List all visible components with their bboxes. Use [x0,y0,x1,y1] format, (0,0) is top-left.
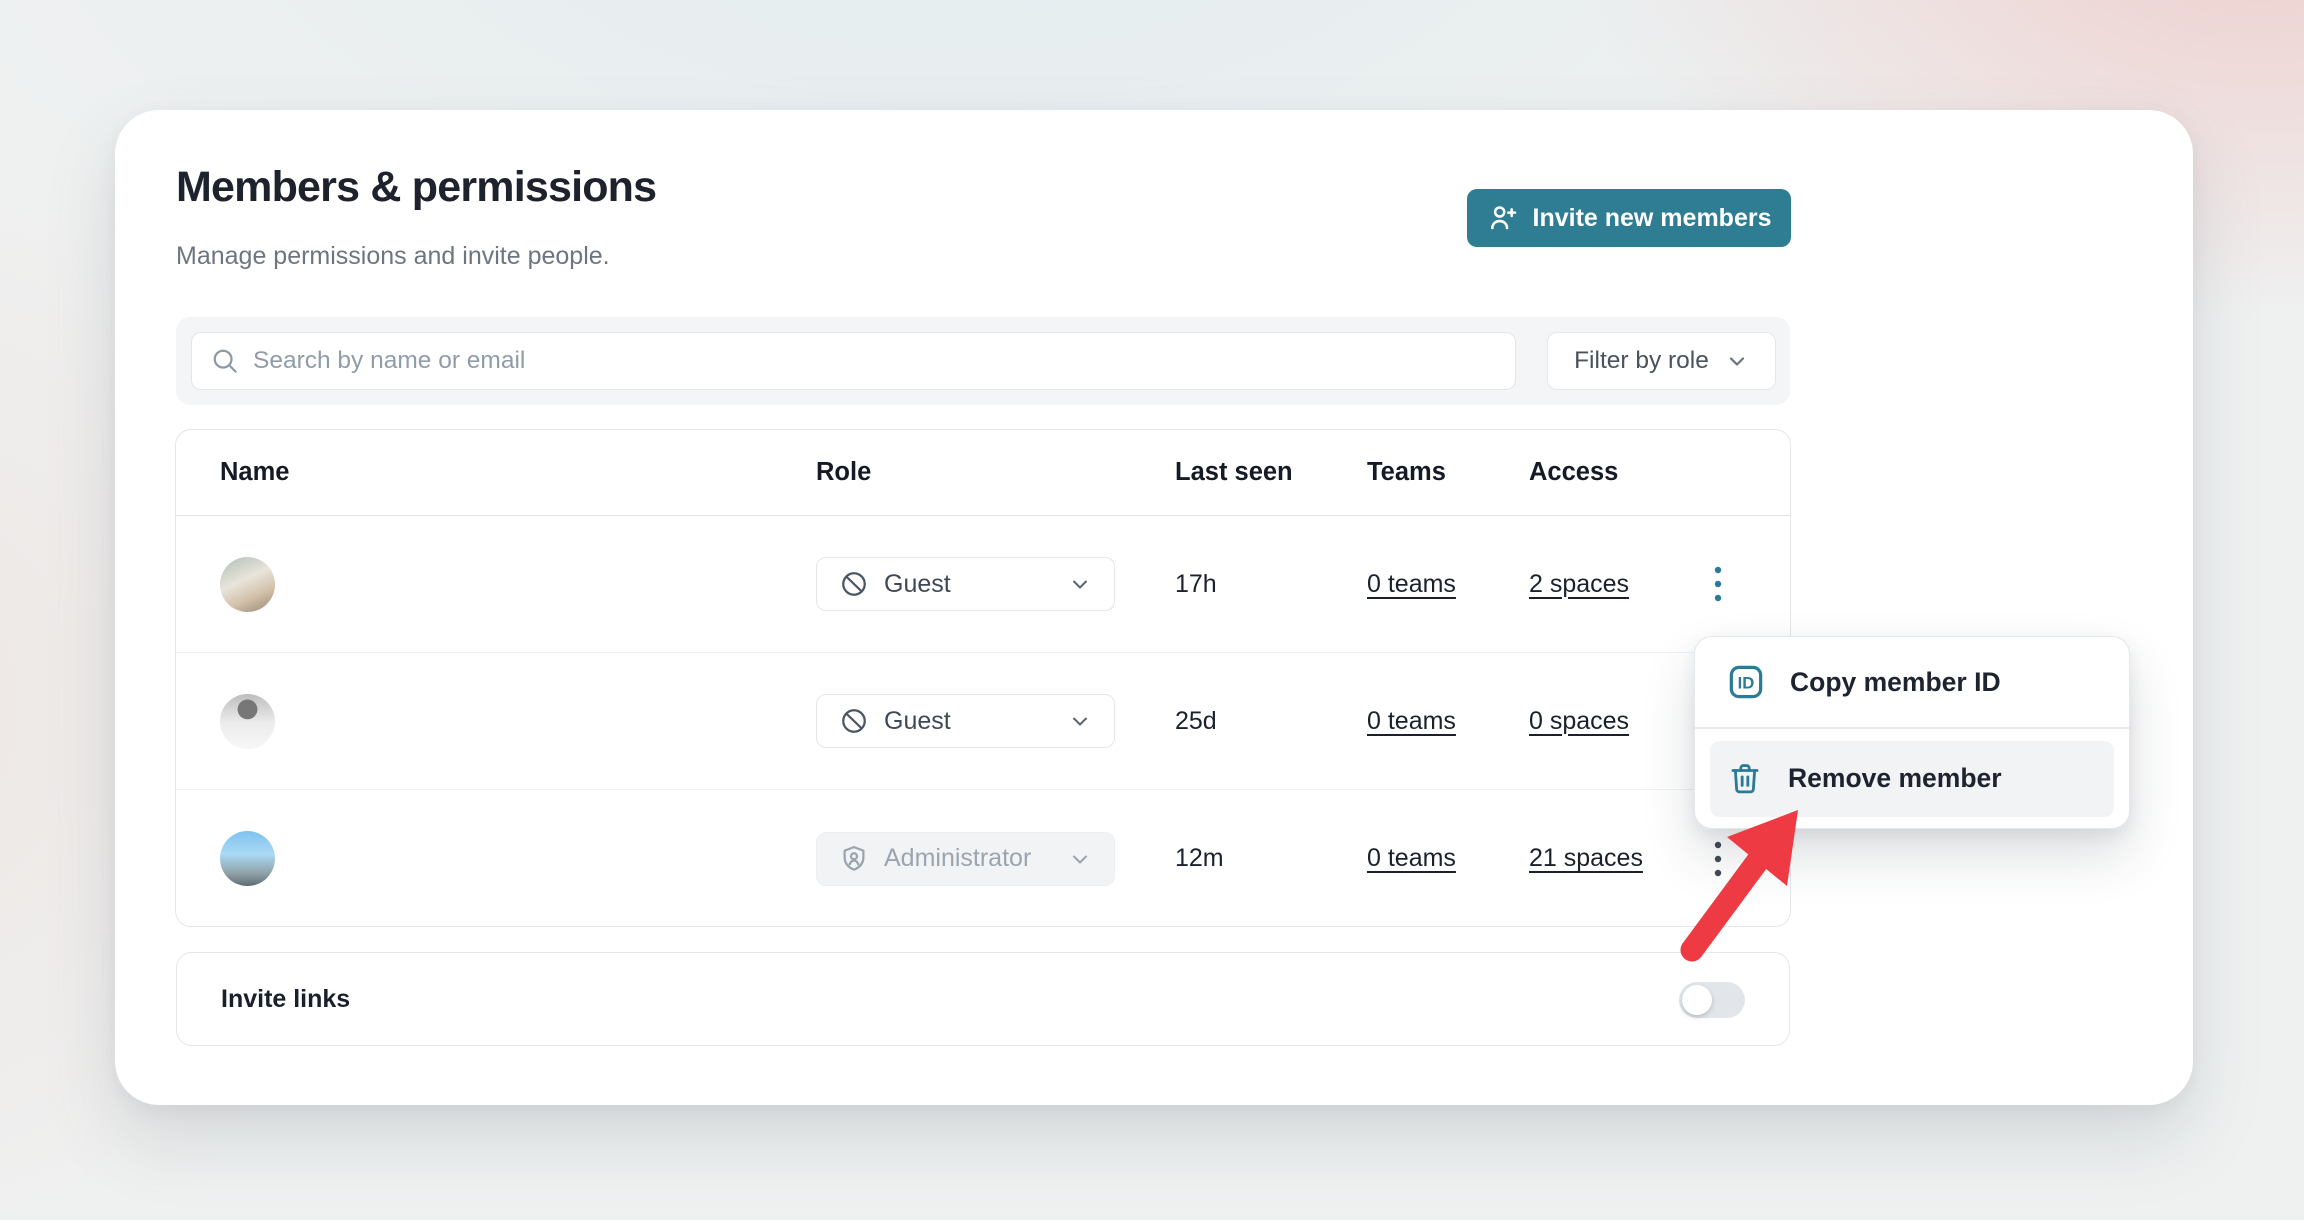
spaces-link[interactable]: 0 spaces [1529,707,1629,736]
last-seen-value: 25d [1175,707,1217,736]
member-role-cell: Administrator [816,790,1115,927]
last-seen-value: 17h [1175,570,1217,599]
member-row: Guest 17h 0 teams 2 spaces [176,516,1790,653]
teams-cell: 0 teams [1367,653,1456,789]
role-value: Guest [884,707,951,736]
invite-links-section: Invite links [176,952,1790,1046]
column-header-access: Access [1529,430,1618,515]
column-header-name: Name [220,430,289,515]
ban-icon [839,706,869,736]
last-seen-cell: 17h [1175,516,1217,652]
last-seen-cell: 12m [1175,790,1224,927]
invite-new-members-button[interactable]: Invite new members [1467,189,1791,247]
chevron-down-icon [1725,349,1749,373]
menu-item-remove-member[interactable]: Remove member [1710,741,2114,817]
invite-button-label: Invite new members [1533,204,1772,233]
member-name-cell [220,516,275,652]
access-cell: 21 spaces [1529,790,1643,927]
column-header-role: Role [816,430,871,515]
member-avatar [220,557,275,612]
access-cell: 0 spaces [1529,653,1629,789]
search-input[interactable] [253,347,1497,375]
member-row: Administrator 12m 0 teams 21 spaces [176,790,1790,927]
table-header-row: Name Role Last seen Teams Access [176,430,1790,516]
member-row: Guest 25d 0 teams 0 spaces [176,653,1790,790]
search-filter-toolbar: Filter by role [176,317,1790,405]
teams-link[interactable]: 0 teams [1367,844,1456,873]
role-dropdown[interactable]: Guest [816,694,1115,748]
row-menu-cell [1698,516,1738,652]
member-name-cell [220,653,275,789]
last-seen-cell: 25d [1175,653,1217,789]
last-seen-value: 12m [1175,844,1224,873]
id-badge-icon: ID [1728,664,1764,700]
search-icon [210,346,240,376]
role-dropdown[interactable]: Guest [816,557,1115,611]
access-cell: 2 spaces [1529,516,1629,652]
filter-button-label: Filter by role [1574,347,1709,375]
spaces-link[interactable]: 2 spaces [1529,570,1629,599]
filter-by-role-button[interactable]: Filter by role [1547,332,1776,390]
member-name-cell [220,790,275,927]
page-subtitle: Manage permissions and invite people. [176,242,610,271]
kebab-icon[interactable] [1698,829,1738,889]
chevron-down-icon [1068,847,1092,871]
member-context-menu: ID Copy member ID Remove member [1694,636,2130,829]
member-role-cell: Guest [816,653,1115,789]
svg-text:ID: ID [1738,673,1755,692]
role-value: Guest [884,570,951,599]
teams-link[interactable]: 0 teams [1367,570,1456,599]
teams-link[interactable]: 0 teams [1367,707,1456,736]
invite-links-toggle[interactable] [1679,982,1745,1018]
chevron-down-icon [1068,709,1092,733]
role-dropdown[interactable]: Administrator [816,832,1115,886]
page-title: Members & permissions [176,163,656,212]
member-role-cell: Guest [816,516,1115,652]
column-header-teams: Teams [1367,430,1446,515]
spaces-link[interactable]: 21 spaces [1529,844,1643,873]
menu-item-label: Remove member [1788,763,2002,794]
member-avatar [220,694,275,749]
column-header-last-seen: Last seen [1175,430,1293,515]
ban-icon [839,569,869,599]
search-box[interactable] [191,332,1516,390]
member-avatar [220,831,275,886]
role-value: Administrator [884,844,1031,873]
teams-cell: 0 teams [1367,516,1456,652]
shield-user-icon [839,844,869,874]
menu-item-label: Copy member ID [1790,667,2001,698]
teams-cell: 0 teams [1367,790,1456,927]
members-table: Name Role Last seen Teams Access Guest [175,429,1791,927]
invite-links-label: Invite links [221,953,350,1045]
members-permissions-card: Members & permissions Manage permissions… [115,110,2193,1105]
trash-icon [1728,762,1762,796]
toggle-knob [1682,985,1712,1015]
user-plus-icon [1487,202,1519,234]
menu-item-copy-member-id[interactable]: ID Copy member ID [1695,637,2129,727]
chevron-down-icon [1068,572,1092,596]
kebab-icon[interactable] [1698,554,1738,614]
